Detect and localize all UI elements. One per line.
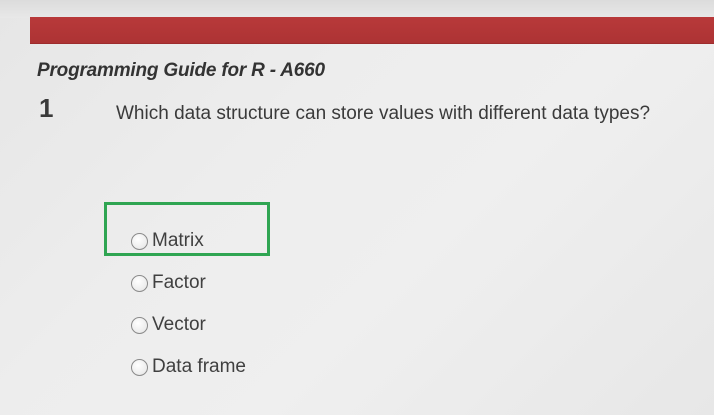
- top-shadow: [0, 0, 714, 18]
- question-number: 1: [39, 93, 54, 123]
- header-bar: [30, 17, 714, 43]
- option-factor[interactable]: Factor: [131, 262, 246, 304]
- radio-button-icon[interactable]: [131, 232, 148, 250]
- option-label: Factor: [152, 272, 206, 293]
- option-label: Matrix: [152, 230, 204, 251]
- option-label: Vector: [152, 314, 206, 335]
- option-matrix[interactable]: Matrix: [131, 220, 246, 262]
- radio-button-icon[interactable]: [131, 316, 148, 334]
- question-text: Which data structure can store values wi…: [116, 103, 651, 124]
- option-data-frame[interactable]: Data frame: [131, 346, 246, 388]
- radio-button-icon[interactable]: [131, 358, 148, 376]
- option-vector[interactable]: Vector: [131, 304, 246, 346]
- radio-button-icon[interactable]: [131, 274, 148, 292]
- guide-title: Programming Guide for R - A660: [37, 60, 325, 81]
- answer-options: Matrix Factor Vector Data frame: [131, 220, 246, 388]
- option-label: Data frame: [152, 356, 246, 377]
